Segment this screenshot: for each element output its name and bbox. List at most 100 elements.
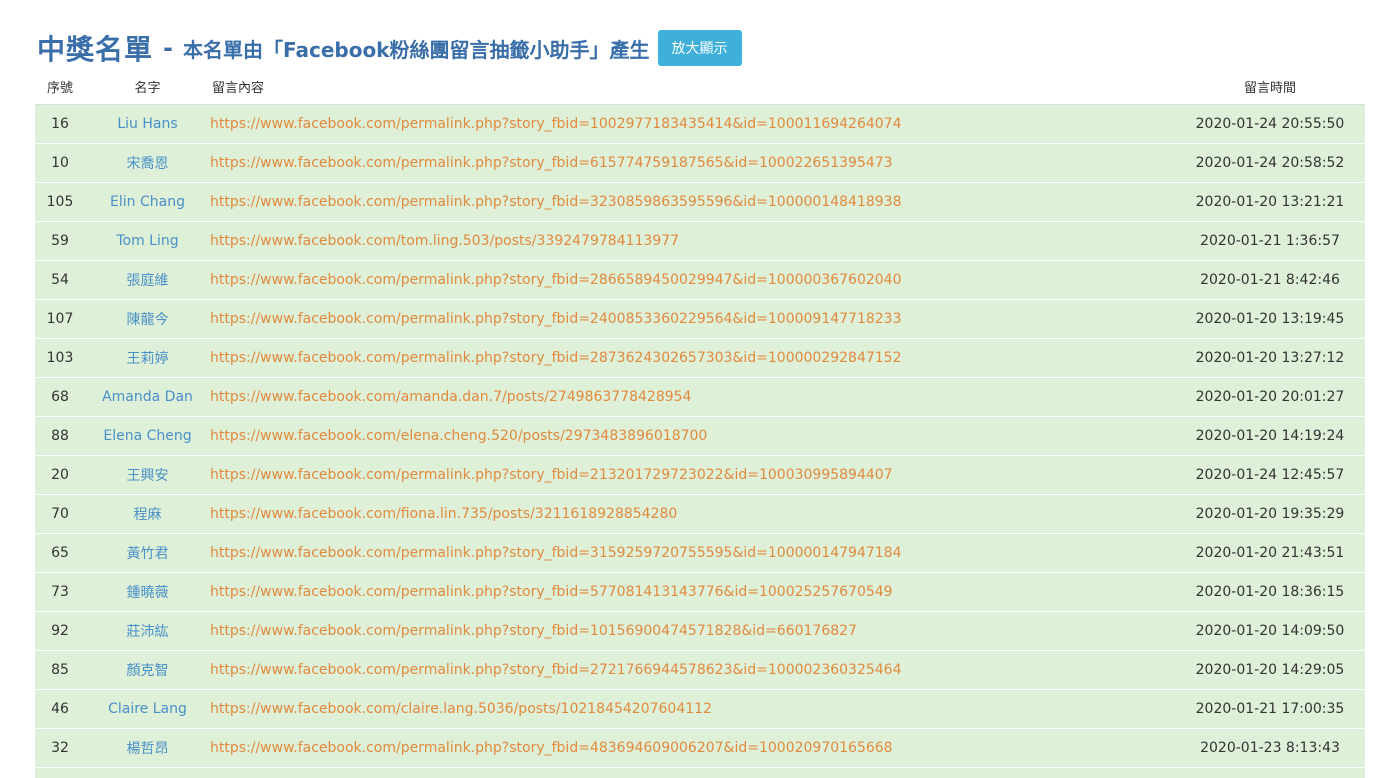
comment-link[interactable]: [210, 767, 1175, 778]
comment-link[interactable]: https://www.facebook.com/permalink.php?s…: [210, 182, 1175, 222]
winner-name-link[interactable]: 黃竹君: [85, 533, 210, 573]
row-number: 103: [35, 338, 85, 378]
page-header: 中獎名單 - 本名單由「Facebook粉絲團留言抽籤小助手」產生 放大顯示: [37, 28, 742, 68]
table-row: 92 莊沛紘 https://www.facebook.com/permalink.…: [35, 611, 1365, 651]
comment-link[interactable]: https://www.facebook.com/permalink.php?s…: [210, 299, 1175, 339]
table-row: 85 顏克智 https://www.facebook.com/permalink.…: [35, 650, 1365, 690]
table-header-row: 序號 名字 留言內容 留言時間: [35, 68, 1365, 105]
winners-table: 序號 名字 留言內容 留言時間 16 Liu Hans https://www.fa…: [35, 68, 1365, 778]
row-number: 107: [35, 299, 85, 339]
winner-name-link[interactable]: Elin Chang: [85, 182, 210, 222]
winner-name-link[interactable]: 張庭維: [85, 260, 210, 300]
comment-link[interactable]: https://www.facebook.com/permalink.php?s…: [210, 728, 1175, 768]
table-row: 32 楊哲昂 https://www.facebook.com/permalink.…: [35, 728, 1365, 768]
row-number: 88: [35, 416, 85, 456]
comment-time: 2020-01-21 8:42:46: [1175, 260, 1365, 300]
row-number: 105: [35, 182, 85, 222]
row-number: 46: [35, 689, 85, 729]
comment-time: 2020-01-20 21:43:51: [1175, 533, 1365, 573]
column-header-no: 序號: [35, 68, 85, 105]
row-number: 54: [35, 260, 85, 300]
table-row: 68 Amanda Dan https://www.facebook.com/ama…: [35, 377, 1365, 417]
winner-name-link[interactable]: Amanda Dan: [85, 377, 210, 417]
comment-link[interactable]: https://www.facebook.com/elena.cheng.520…: [210, 416, 1175, 456]
comment-link[interactable]: https://www.facebook.com/permalink.php?s…: [210, 572, 1175, 612]
comment-link[interactable]: https://www.facebook.com/claire.lang.503…: [210, 689, 1175, 729]
winner-name-link[interactable]: 王莉婷: [85, 338, 210, 378]
row-number: 10: [35, 143, 85, 183]
table-row: 46 Claire Lang https://www.facebook.com/cl…: [35, 689, 1365, 729]
row-number: 32: [35, 728, 85, 768]
winner-name-link[interactable]: [85, 767, 210, 778]
comment-time: 2020-01-20 19:35:29: [1175, 494, 1365, 534]
column-header-time: 留言時間: [1175, 68, 1365, 105]
comment-time: 2020-01-20 20:01:27: [1175, 377, 1365, 417]
comment-link[interactable]: https://www.facebook.com/permalink.php?s…: [210, 650, 1175, 690]
comment-link[interactable]: https://www.facebook.com/permalink.php?s…: [210, 533, 1175, 573]
comment-link[interactable]: https://www.facebook.com/permalink.php?s…: [210, 104, 1175, 144]
row-number: 68: [35, 377, 85, 417]
comment-time: 2020-01-20 14:09:50: [1175, 611, 1365, 651]
row-number: 65: [35, 533, 85, 573]
table-row: 70 程麻 https://www.facebook.com/fiona.lin.7…: [35, 494, 1365, 534]
comment-time: 2020-01-20 14:29:05: [1175, 650, 1365, 690]
winner-name-link[interactable]: Claire Lang: [85, 689, 210, 729]
table-row: 107 陳龍今 https://www.facebook.com/permalink…: [35, 299, 1365, 339]
comment-time: 2020-01-21 17:00:35: [1175, 689, 1365, 729]
comment-time: 2020-01-24 12:45:57: [1175, 455, 1365, 495]
column-header-name: 名字: [85, 68, 210, 105]
winner-name-link[interactable]: Tom Ling: [85, 221, 210, 261]
row-number: 59: [35, 221, 85, 261]
comment-time: 2020-01-20 14:19:24: [1175, 416, 1365, 456]
row-number: [35, 767, 85, 778]
comment-link[interactable]: https://www.facebook.com/fiona.lin.735/p…: [210, 494, 1175, 534]
row-number: 92: [35, 611, 85, 651]
winner-name-link[interactable]: Elena Cheng: [85, 416, 210, 456]
table-row: 10 宋喬恩 https://www.facebook.com/permalink.…: [35, 143, 1365, 183]
table-row: 20 王興安 https://www.facebook.com/permalink.…: [35, 455, 1365, 495]
winner-name-link[interactable]: 宋喬恩: [85, 143, 210, 183]
winner-name-link[interactable]: 楊哲昂: [85, 728, 210, 768]
comment-time: 2020-01-20 13:21:21: [1175, 182, 1365, 222]
comment-link[interactable]: https://www.facebook.com/permalink.php?s…: [210, 611, 1175, 651]
row-number: 73: [35, 572, 85, 612]
comment-time: 2020-01-20 13:27:12: [1175, 338, 1365, 378]
table-row: 88 Elena Cheng https://www.facebook.com/el…: [35, 416, 1365, 456]
comment-link[interactable]: https://www.facebook.com/permalink.php?s…: [210, 260, 1175, 300]
winner-name-link[interactable]: 王興安: [85, 455, 210, 495]
comment-time: 2020-01-23 8:13:43: [1175, 728, 1365, 768]
comment-link[interactable]: https://www.facebook.com/amanda.dan.7/po…: [210, 377, 1175, 417]
winner-name-link[interactable]: 顏克智: [85, 650, 210, 690]
winner-name-link[interactable]: Liu Hans: [85, 104, 210, 144]
table-row: 59 Tom Ling https://www.facebook.com/tom.l…: [35, 221, 1365, 261]
title-separator: -: [163, 34, 173, 62]
table-row: 54 張庭維 https://www.facebook.com/permalink.…: [35, 260, 1365, 300]
table-row: 105 Elin Chang https://www.facebook.com/pe…: [35, 182, 1365, 222]
zoom-display-button[interactable]: 放大顯示: [657, 30, 742, 66]
table-row: 73 鍾曉薇 https://www.facebook.com/permalink.…: [35, 572, 1365, 612]
table-row: [35, 767, 1365, 778]
page-subtitle: 本名單由「Facebook粉絲團留言抽籤小助手」產生: [182, 37, 650, 62]
comment-time: [1175, 767, 1365, 778]
comment-link[interactable]: https://www.facebook.com/tom.ling.503/po…: [210, 221, 1175, 261]
table-row: 65 黃竹君 https://www.facebook.com/permalink.…: [35, 533, 1365, 573]
comment-link[interactable]: https://www.facebook.com/permalink.php?s…: [210, 143, 1175, 183]
row-number: 16: [35, 104, 85, 144]
row-number: 20: [35, 455, 85, 495]
comment-time: 2020-01-20 18:36:15: [1175, 572, 1365, 612]
winner-name-link[interactable]: 莊沛紘: [85, 611, 210, 651]
comment-link[interactable]: https://www.facebook.com/permalink.php?s…: [210, 338, 1175, 378]
table-body: 16 Liu Hans https://www.facebook.com/perma…: [35, 104, 1365, 778]
comment-time: 2020-01-24 20:58:52: [1175, 143, 1365, 183]
winner-name-link[interactable]: 陳龍今: [85, 299, 210, 339]
winner-name-link[interactable]: 程麻: [85, 494, 210, 534]
page-title: 中獎名單: [37, 33, 154, 66]
table-row: 16 Liu Hans https://www.facebook.com/perma…: [35, 104, 1365, 144]
comment-time: 2020-01-20 13:19:45: [1175, 299, 1365, 339]
winner-name-link[interactable]: 鍾曉薇: [85, 572, 210, 612]
page: 中獎名單 - 本名單由「Facebook粉絲團留言抽籤小助手」產生 放大顯示 序…: [0, 0, 1400, 778]
comment-time: 2020-01-21 1:36:57: [1175, 221, 1365, 261]
table-row: 103 王莉婷 https://www.facebook.com/permalink…: [35, 338, 1365, 378]
comment-link[interactable]: https://www.facebook.com/permalink.php?s…: [210, 455, 1175, 495]
column-header-content: 留言內容: [210, 68, 1175, 105]
